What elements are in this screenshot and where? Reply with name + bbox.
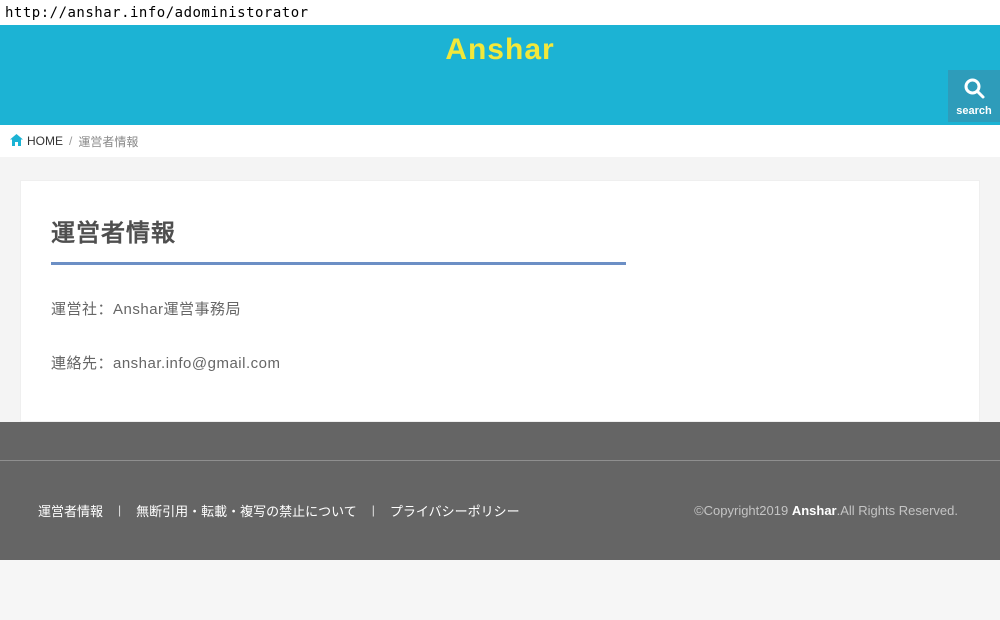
home-icon	[10, 134, 23, 149]
url-text: http://anshar.info/adoministorator	[5, 5, 309, 21]
page-background: 運営者情報 運営社：Anshar運営事務局 連絡先：anshar.info@gm…	[0, 157, 1000, 422]
copyright-notice: ©Copyright2019 Anshar.All Rights Reserve…	[694, 503, 958, 518]
footer-link-no-reproduction[interactable]: 無断引用・転載・複写の禁止について	[136, 501, 357, 520]
footer-link-operator-info[interactable]: 運営者情報	[38, 501, 103, 520]
footer-main-row: 運営者情報 | 無断引用・転載・複写の禁止について | プライバシーポリシー ©…	[0, 461, 1000, 559]
content-card: 運営者情報 運営社：Anshar運営事務局 連絡先：anshar.info@gm…	[20, 180, 980, 422]
bottom-spacer	[0, 560, 1000, 620]
site-logo[interactable]: Anshar	[0, 33, 1000, 67]
search-button-label: search	[956, 105, 991, 117]
page-title-underline: 運営者情報	[51, 213, 626, 265]
page-title: 運営者情報	[51, 213, 626, 248]
site-header: Anshar search	[0, 25, 1000, 125]
breadcrumb: HOME / 運営者情報	[0, 125, 1000, 157]
breadcrumb-home-link[interactable]: HOME	[10, 134, 63, 149]
footer-top-band	[0, 422, 1000, 461]
search-icon	[962, 76, 986, 103]
url-annotation-bar: http://anshar.info/adoministorator	[0, 0, 1000, 25]
footer-links: 運営者情報 | 無断引用・転載・複写の禁止について | プライバシーポリシー	[38, 501, 520, 520]
contact-email-line: 連絡先：anshar.info@gmail.com	[51, 352, 949, 373]
footer-link-privacy-policy[interactable]: プライバシーポリシー	[390, 501, 520, 520]
breadcrumb-current: 運営者情報	[78, 133, 138, 150]
operator-company-line: 運営社：Anshar運営事務局	[51, 298, 949, 319]
breadcrumb-home-label: HOME	[27, 134, 63, 148]
breadcrumb-separator: /	[69, 134, 72, 148]
copyright-brand: Anshar	[792, 503, 837, 518]
copyright-suffix: .All Rights Reserved.	[837, 503, 958, 518]
footer-link-separator: |	[118, 503, 121, 517]
footer-link-separator: |	[372, 503, 375, 517]
site-footer: 運営者情報 | 無断引用・転載・複写の禁止について | プライバシーポリシー ©…	[0, 422, 1000, 560]
search-button[interactable]: search	[948, 70, 1000, 122]
copyright-prefix: ©Copyright2019	[694, 503, 792, 518]
